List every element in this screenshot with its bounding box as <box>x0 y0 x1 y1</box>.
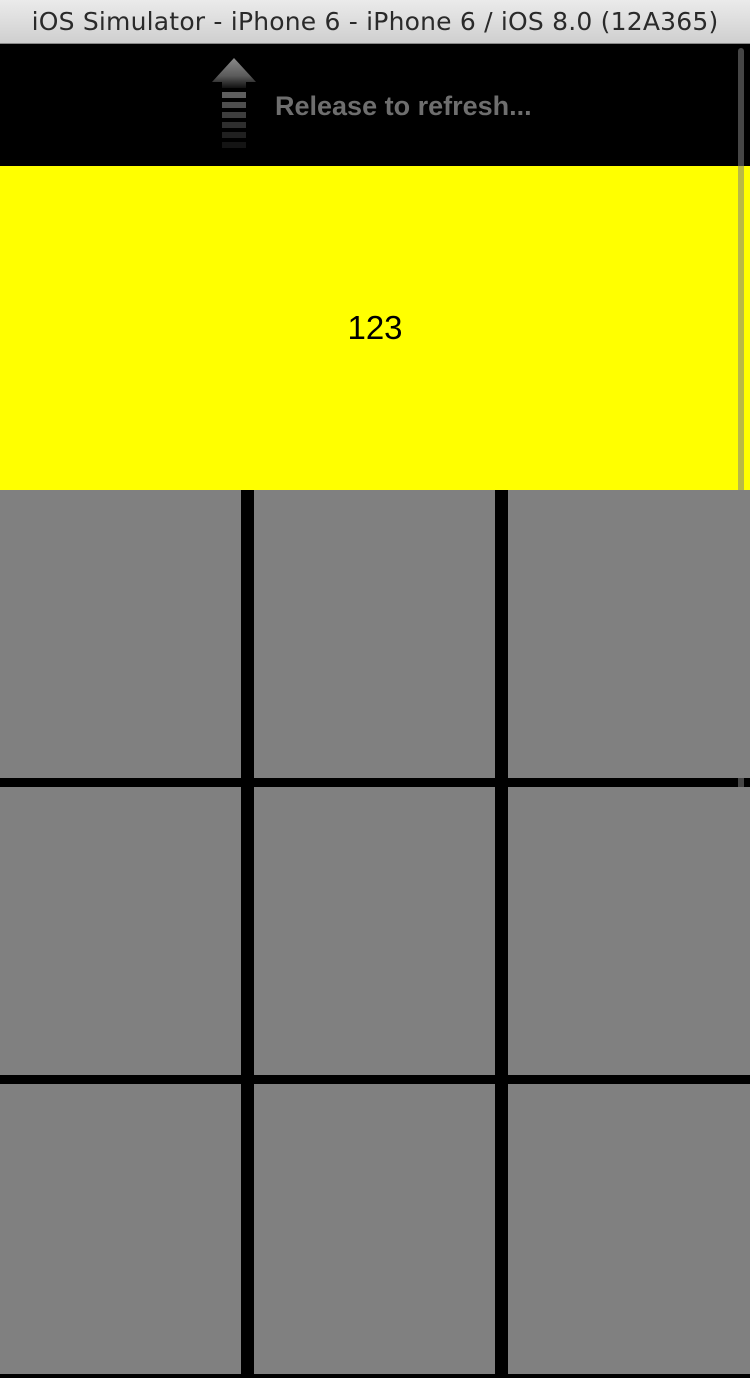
collection-cell[interactable] <box>508 1084 750 1374</box>
collection-cell[interactable] <box>254 787 495 1075</box>
simulator-window: iOS Simulator - iPhone 6 - iPhone 6 / iO… <box>0 0 750 1378</box>
collection-cell[interactable] <box>0 490 241 778</box>
collection-cell[interactable] <box>254 1084 495 1374</box>
header-value-label: 123 <box>347 309 403 346</box>
collection-cell[interactable] <box>254 490 495 778</box>
collection-cell[interactable] <box>508 787 750 1075</box>
window-title: iOS Simulator - iPhone 6 - iPhone 6 / iO… <box>31 7 719 36</box>
collection-grid[interactable] <box>0 490 750 1378</box>
collection-cell[interactable] <box>0 787 241 1075</box>
header-view: 123 <box>0 166 750 490</box>
vertical-scroll-indicator[interactable] <box>738 48 744 1016</box>
collection-cell[interactable] <box>0 1084 241 1374</box>
collection-cell[interactable] <box>508 490 750 778</box>
pull-to-refresh-area: Release to refresh... <box>0 44 750 166</box>
window-titlebar[interactable]: iOS Simulator - iPhone 6 - iPhone 6 / iO… <box>0 0 750 44</box>
refresh-status-label: Release to refresh... <box>275 91 532 121</box>
up-arrow-icon <box>212 58 256 148</box>
